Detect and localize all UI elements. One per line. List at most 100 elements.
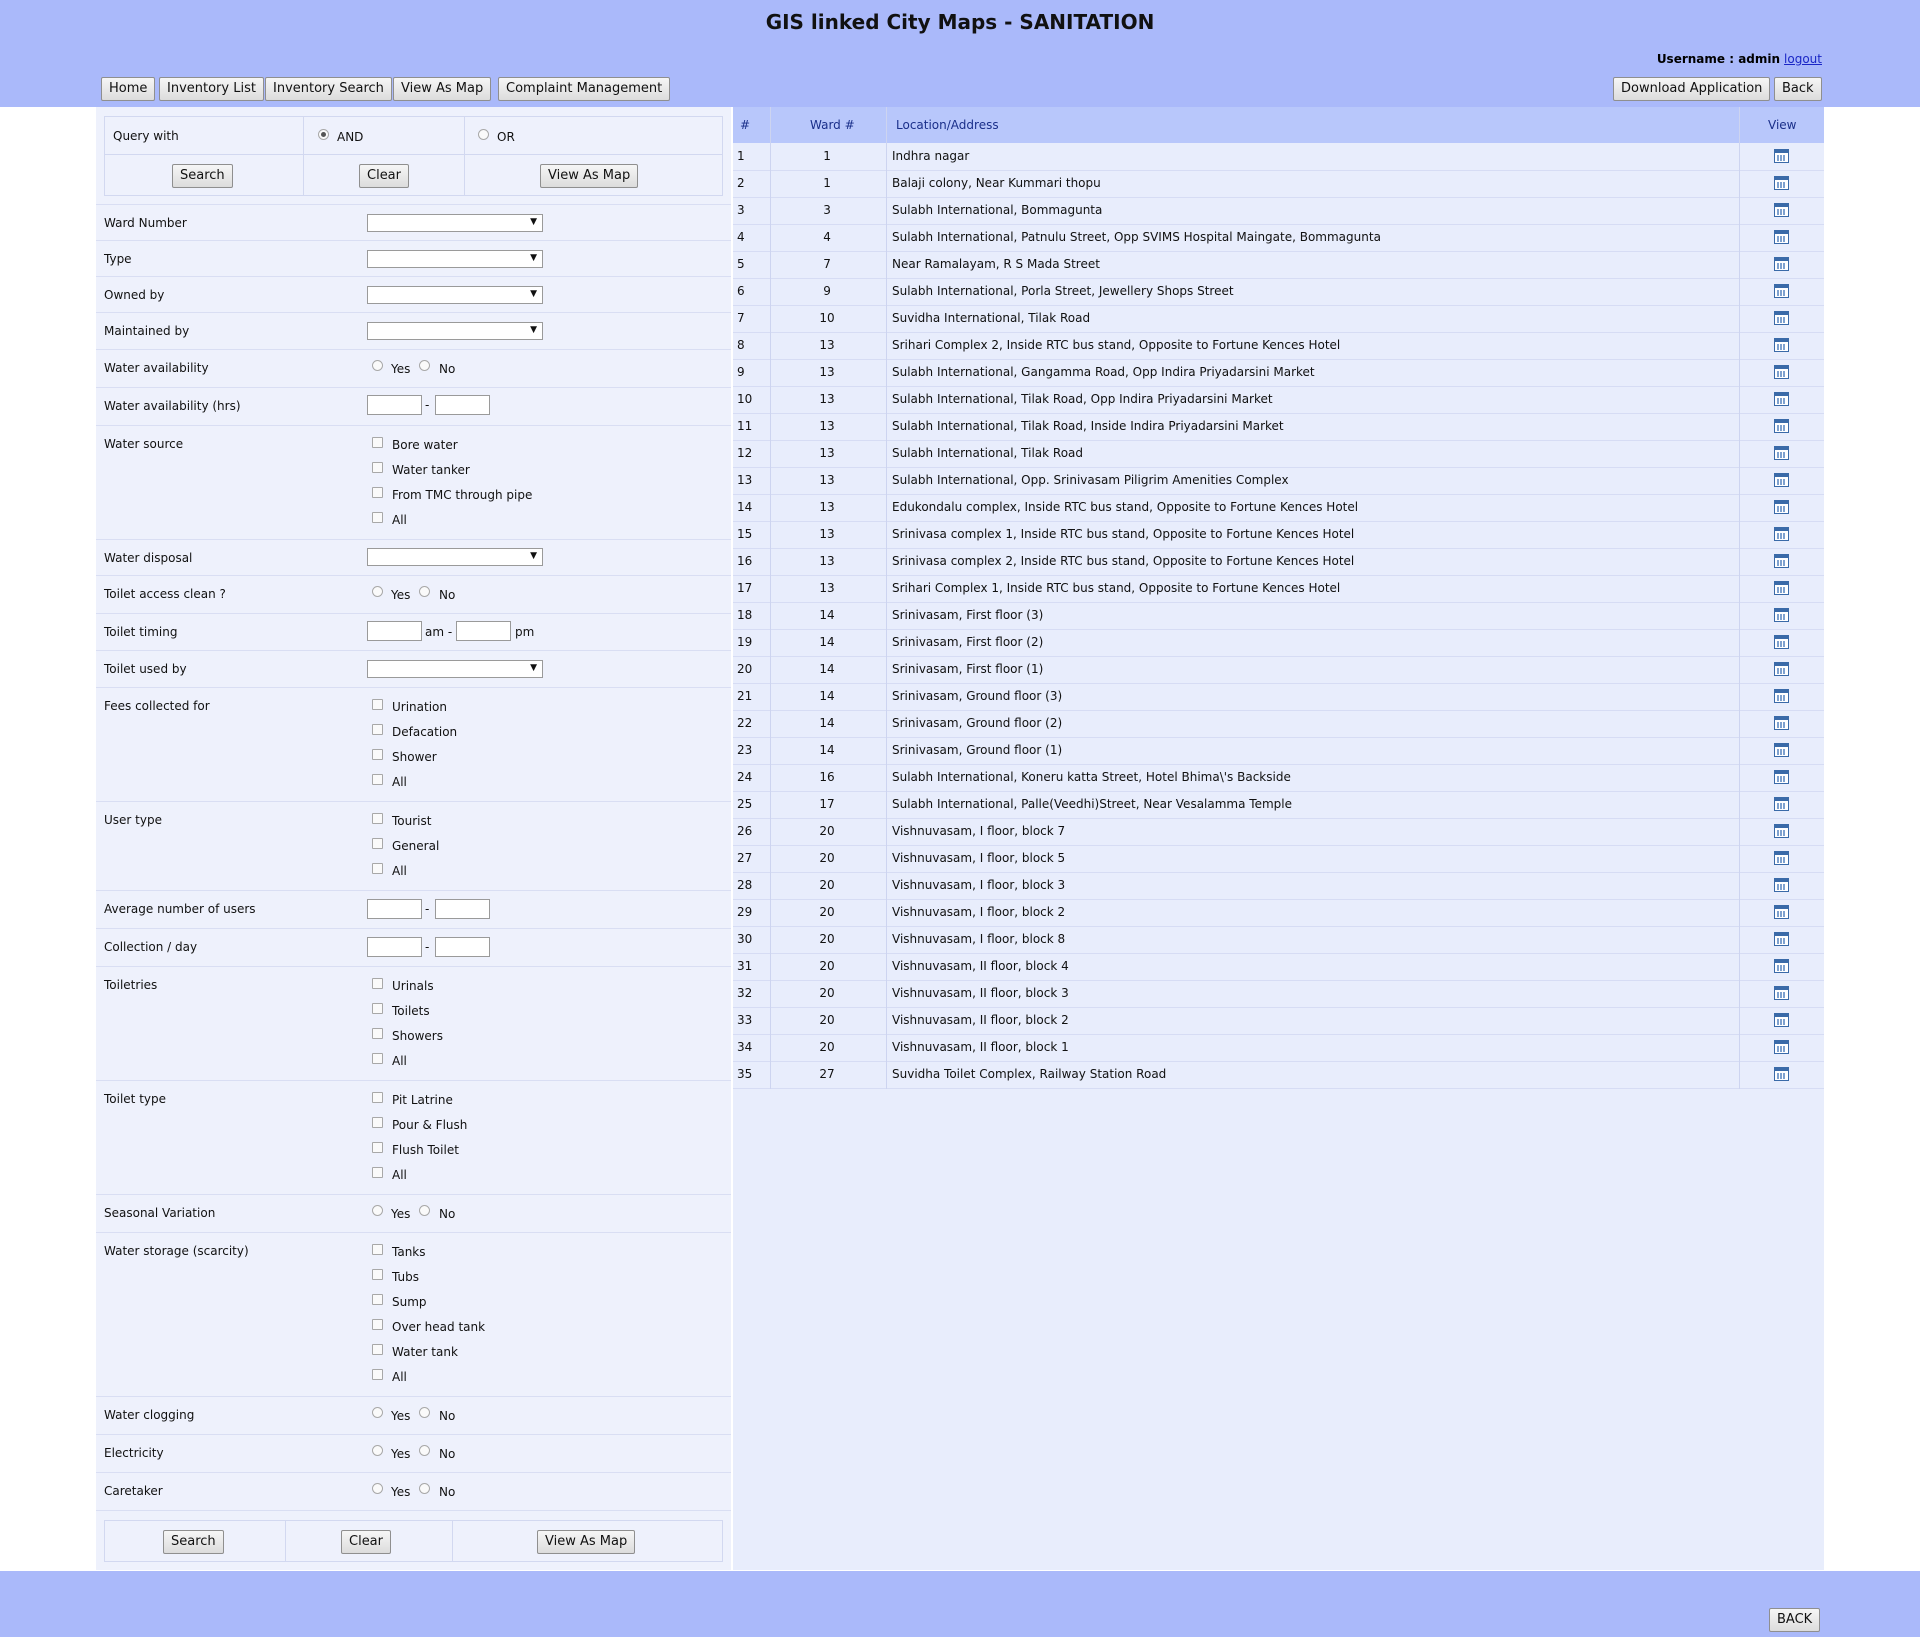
view-calendar-icon[interactable]: [1774, 743, 1789, 757]
water-source-all-checkbox[interactable]: [372, 512, 383, 523]
toiletries-all-checkbox[interactable]: [372, 1053, 383, 1064]
view-calendar-icon[interactable]: [1774, 851, 1789, 865]
toilet-clean-no-radio[interactable]: [419, 586, 430, 597]
storage-water-tank-checkbox[interactable]: [372, 1344, 383, 1355]
water-hrs-to-input[interactable]: [435, 395, 490, 415]
logout-link[interactable]: logout: [1784, 52, 1822, 66]
storage-tanks-checkbox[interactable]: [372, 1244, 383, 1255]
search-button-top[interactable]: Search: [172, 164, 233, 188]
view-calendar-icon[interactable]: [1774, 338, 1789, 352]
view-calendar-icon[interactable]: [1774, 392, 1789, 406]
collection-from-input[interactable]: [367, 937, 422, 957]
storage-all-checkbox[interactable]: [372, 1369, 383, 1380]
query-or-radio[interactable]: [478, 129, 489, 140]
seasonal-yes-radio[interactable]: [372, 1205, 383, 1216]
toiletries-showers-checkbox[interactable]: [372, 1028, 383, 1039]
view-calendar-icon[interactable]: [1774, 176, 1789, 190]
water-disposal-select[interactable]: [367, 548, 543, 566]
toilet-type-pit-checkbox[interactable]: [372, 1092, 383, 1103]
query-and-radio[interactable]: [318, 129, 329, 140]
view-calendar-icon[interactable]: [1774, 905, 1789, 919]
search-button-bottom[interactable]: Search: [163, 1530, 224, 1554]
toiletries-urinals-checkbox[interactable]: [372, 978, 383, 989]
water-hrs-from-input[interactable]: [367, 395, 422, 415]
toilet-type-flush-checkbox[interactable]: [372, 1142, 383, 1153]
fees-all-checkbox[interactable]: [372, 774, 383, 785]
toilet-timing-pm-input[interactable]: [456, 621, 511, 641]
view-calendar-icon[interactable]: [1774, 257, 1789, 271]
view-calendar-icon[interactable]: [1774, 230, 1789, 244]
footer-back-button[interactable]: BACK: [1769, 1608, 1821, 1632]
view-calendar-icon[interactable]: [1774, 932, 1789, 946]
user-type-tourist-checkbox[interactable]: [372, 813, 383, 824]
water-availability-no-radio[interactable]: [419, 360, 430, 371]
view-calendar-icon[interactable]: [1774, 1040, 1789, 1054]
back-button[interactable]: Back: [1774, 77, 1822, 101]
view-calendar-icon[interactable]: [1774, 1013, 1789, 1027]
type-select[interactable]: [367, 250, 543, 268]
clear-button-bottom[interactable]: Clear: [341, 1530, 391, 1554]
caretaker-yes-radio[interactable]: [372, 1483, 383, 1494]
water-source-bore-checkbox[interactable]: [372, 437, 383, 448]
view-as-map-button-bottom[interactable]: View As Map: [537, 1530, 636, 1554]
fees-urination-checkbox[interactable]: [372, 699, 383, 710]
collection-to-input[interactable]: [435, 937, 490, 957]
view-calendar-icon[interactable]: [1774, 473, 1789, 487]
view-calendar-icon[interactable]: [1774, 284, 1789, 298]
view-calendar-icon[interactable]: [1774, 608, 1789, 622]
view-calendar-icon[interactable]: [1774, 554, 1789, 568]
user-type-general-checkbox[interactable]: [372, 838, 383, 849]
view-calendar-icon[interactable]: [1774, 635, 1789, 649]
toilet-timing-am-input[interactable]: [367, 621, 422, 641]
electricity-yes-radio[interactable]: [372, 1445, 383, 1456]
caretaker-no-radio[interactable]: [419, 1483, 430, 1494]
toilet-type-pour-flush-checkbox[interactable]: [372, 1117, 383, 1128]
clear-button-top[interactable]: Clear: [359, 164, 409, 188]
view-calendar-icon[interactable]: [1774, 959, 1789, 973]
home-button[interactable]: Home: [101, 77, 156, 101]
view-calendar-icon[interactable]: [1774, 986, 1789, 1000]
toiletries-toilets-checkbox[interactable]: [372, 1003, 383, 1014]
view-calendar-icon[interactable]: [1774, 689, 1789, 703]
water-availability-yes-radio[interactable]: [372, 360, 383, 371]
view-calendar-icon[interactable]: [1774, 797, 1789, 811]
toilet-used-by-select[interactable]: [367, 660, 543, 678]
maintained-by-select[interactable]: [367, 322, 543, 340]
view-calendar-icon[interactable]: [1774, 716, 1789, 730]
user-type-all-checkbox[interactable]: [372, 863, 383, 874]
clogging-yes-radio[interactable]: [372, 1407, 383, 1418]
view-calendar-icon[interactable]: [1774, 419, 1789, 433]
clogging-no-radio[interactable]: [419, 1407, 430, 1418]
view-calendar-icon[interactable]: [1774, 446, 1789, 460]
average-users-to-input[interactable]: [435, 899, 490, 919]
owned-by-select[interactable]: [367, 286, 543, 304]
view-calendar-icon[interactable]: [1774, 203, 1789, 217]
inventory-list-button[interactable]: Inventory List: [159, 77, 264, 101]
view-calendar-icon[interactable]: [1774, 527, 1789, 541]
toilet-clean-yes-radio[interactable]: [372, 586, 383, 597]
view-calendar-icon[interactable]: [1774, 1067, 1789, 1081]
ward-number-select[interactable]: [367, 214, 543, 232]
complaint-management-button[interactable]: Complaint Management: [498, 77, 671, 101]
average-users-from-input[interactable]: [367, 899, 422, 919]
view-as-map-nav-button[interactable]: View As Map: [393, 77, 492, 101]
view-calendar-icon[interactable]: [1774, 500, 1789, 514]
seasonal-no-radio[interactable]: [419, 1205, 430, 1216]
view-calendar-icon[interactable]: [1774, 581, 1789, 595]
view-calendar-icon[interactable]: [1774, 878, 1789, 892]
view-calendar-icon[interactable]: [1774, 770, 1789, 784]
electricity-no-radio[interactable]: [419, 1445, 430, 1456]
storage-tubs-checkbox[interactable]: [372, 1269, 383, 1280]
toilet-type-all-checkbox[interactable]: [372, 1167, 383, 1178]
view-as-map-button-top[interactable]: View As Map: [540, 164, 639, 188]
fees-defacation-checkbox[interactable]: [372, 724, 383, 735]
water-source-tanker-checkbox[interactable]: [372, 462, 383, 473]
view-calendar-icon[interactable]: [1774, 311, 1789, 325]
view-calendar-icon[interactable]: [1774, 365, 1789, 379]
download-application-button[interactable]: Download Application: [1613, 77, 1771, 101]
view-calendar-icon[interactable]: [1774, 662, 1789, 676]
storage-overhead-checkbox[interactable]: [372, 1319, 383, 1330]
inventory-search-button[interactable]: Inventory Search: [265, 77, 392, 101]
water-source-tmc-checkbox[interactable]: [372, 487, 383, 498]
storage-sump-checkbox[interactable]: [372, 1294, 383, 1305]
